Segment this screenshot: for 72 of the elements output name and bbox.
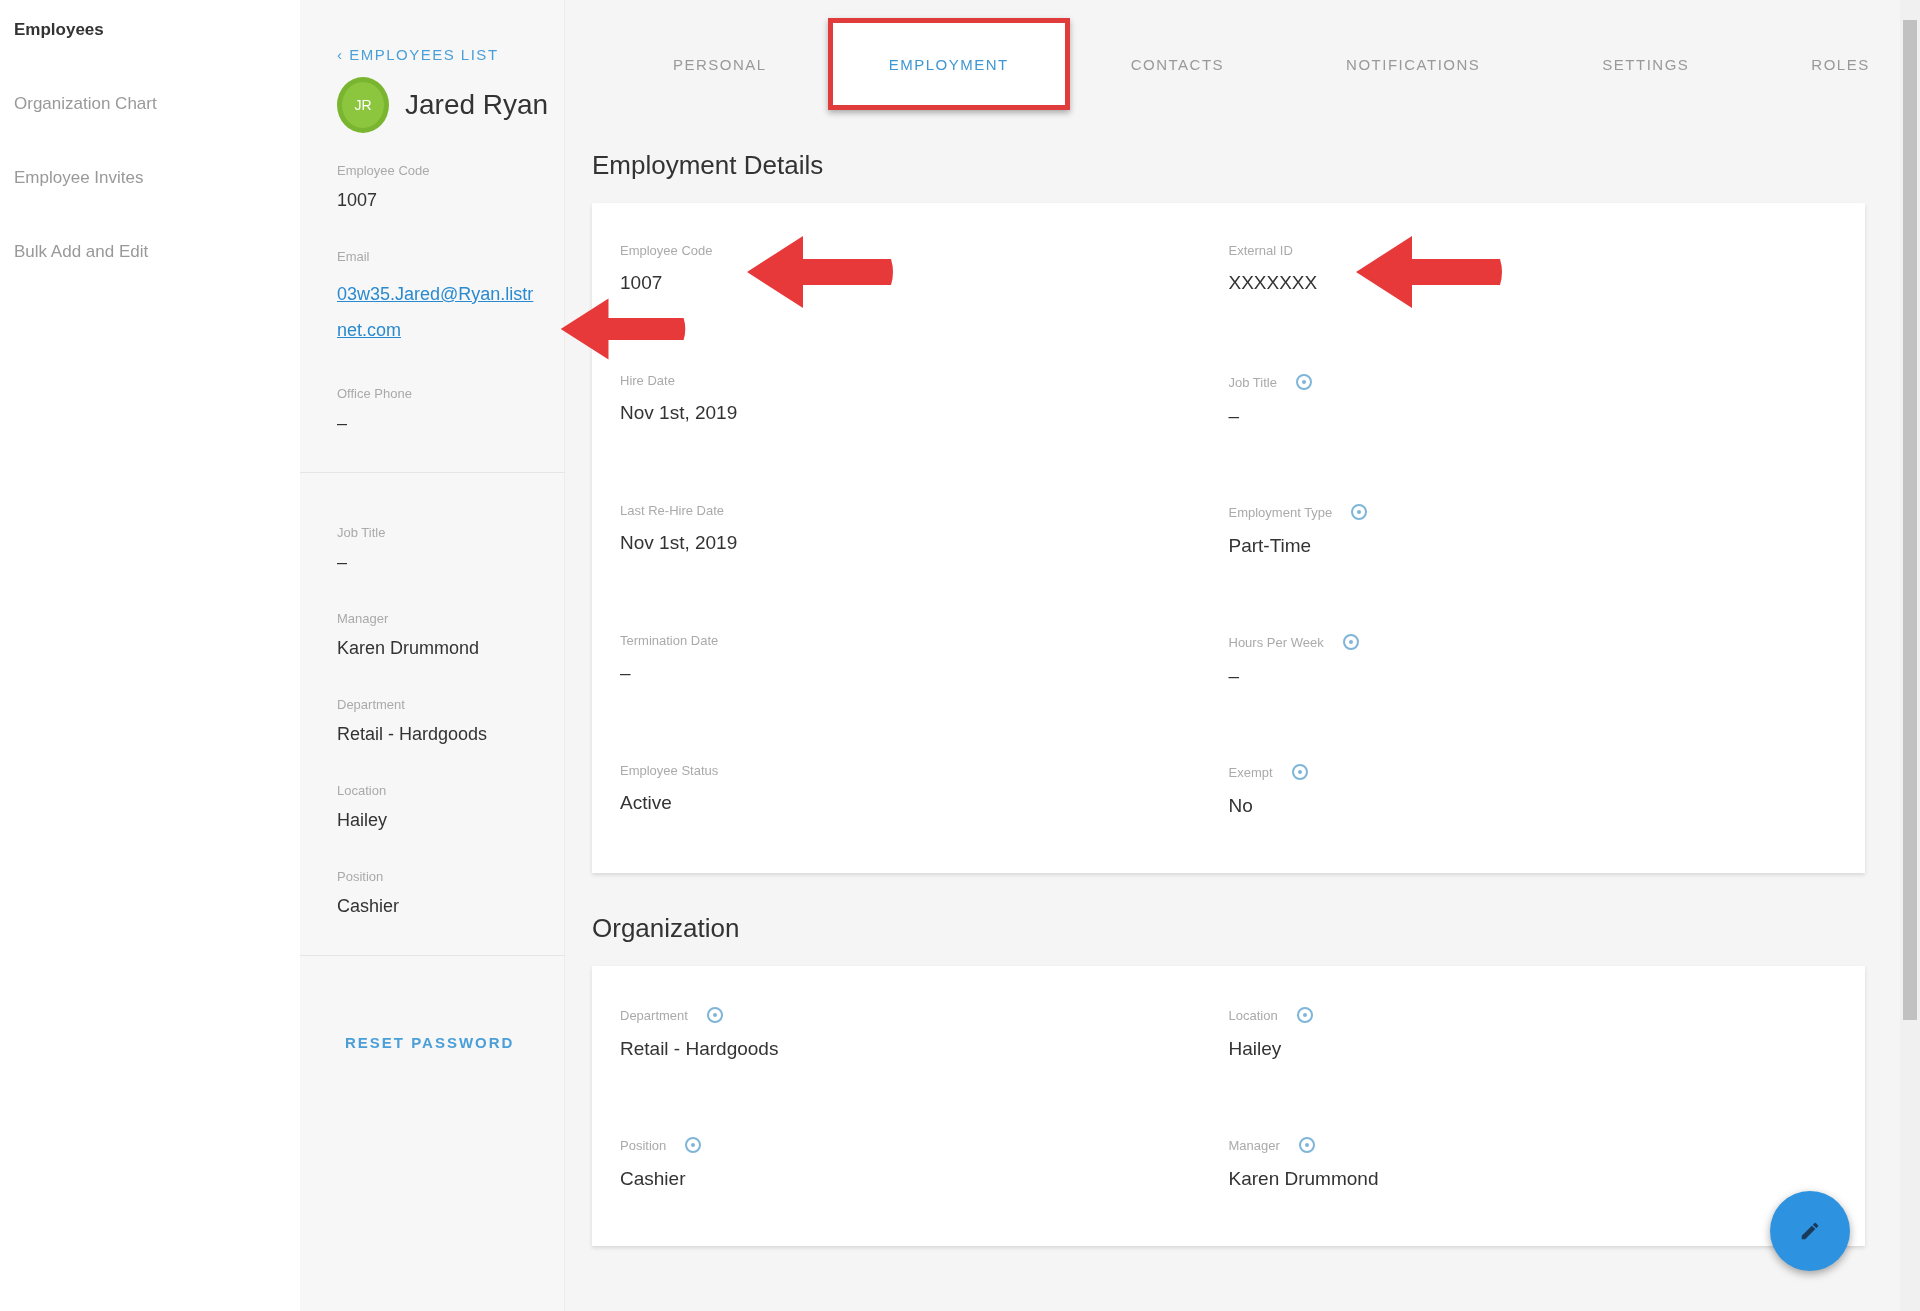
help-icon[interactable]	[1350, 503, 1369, 521]
field-value: Part-Time	[1228, 535, 1312, 557]
field-value: Cashier	[337, 896, 400, 917]
field-value: Retail - Hardgoods	[620, 1038, 779, 1060]
field-value: Hailey	[337, 810, 388, 831]
field-label: Employee Status	[620, 763, 719, 778]
help-icon[interactable]	[1294, 373, 1313, 391]
field-label: Position	[620, 1137, 667, 1153]
field-value: –	[337, 413, 347, 434]
field-label: Location	[1228, 1007, 1278, 1023]
sidebar-item[interactable]: Organization Chart	[14, 94, 286, 114]
field-label: Job Title	[337, 525, 386, 540]
tab[interactable]: NOTIFICATIONS	[1285, 18, 1542, 110]
tab[interactable]: SETTINGS	[1541, 18, 1751, 110]
field-label: Termination Date	[620, 633, 719, 648]
field-label: Employment Type	[1228, 504, 1333, 520]
field-label: Manager	[1228, 1137, 1280, 1153]
tab[interactable]: EMPLOYMENT	[827, 18, 1070, 110]
field-label: Last Re-Hire Date	[620, 503, 725, 518]
field-label: Location	[337, 783, 387, 798]
field-value: Karen Drummond	[1228, 1168, 1379, 1190]
field-label: Office Phone	[337, 386, 412, 401]
field-label: External ID	[1228, 243, 1293, 258]
field-label: Exempt	[1228, 764, 1273, 780]
scrollbar-thumb[interactable]	[1903, 20, 1917, 1020]
section-title: Employment Details	[592, 150, 825, 181]
field-label: Hours Per Week	[1228, 634, 1324, 650]
field-label: Employee Code	[620, 243, 713, 258]
help-icon[interactable]	[705, 1006, 724, 1024]
sidebar-item[interactable]: Bulk Add and Edit	[14, 242, 286, 262]
field-value: XXXXXXX	[1228, 272, 1318, 294]
arrow-icon	[559, 296, 687, 362]
avatar: JR	[337, 77, 389, 133]
field-value: 1007	[620, 272, 663, 294]
field-label: Job Title	[1228, 374, 1277, 390]
tab[interactable]: ROLES	[1750, 18, 1920, 110]
sidebar-item[interactable]: Employees	[14, 20, 286, 40]
email-link[interactable]: 03w35.Jared@Ryan.listrnet.com	[337, 276, 542, 348]
field-value: Active	[620, 792, 672, 814]
field-value: Retail - Hardgoods	[337, 724, 488, 745]
arrow-icon	[745, 233, 895, 311]
field-value: Karen Drummond	[337, 638, 480, 659]
field-label: Position	[337, 869, 384, 884]
field-label: Employee Code	[337, 163, 430, 178]
field-value: –	[1228, 405, 1240, 427]
field-label: Hire Date	[620, 373, 675, 388]
employee-name: Jared Ryan	[405, 89, 549, 121]
field-label: Department	[620, 1007, 688, 1023]
back-link[interactable]: ‹ EMPLOYEES LIST	[337, 46, 564, 63]
field-label: Department	[337, 697, 405, 712]
field-value: –	[1228, 665, 1240, 687]
field-value: 1007	[337, 190, 378, 211]
field-value: Nov 1st, 2019	[620, 532, 738, 554]
field-value: Cashier	[620, 1168, 686, 1190]
reset-password-button[interactable]: RESET PASSWORD	[345, 1028, 515, 1057]
help-icon[interactable]	[1341, 633, 1360, 651]
tab[interactable]: PERSONAL	[612, 18, 828, 110]
sidebar-item[interactable]: Employee Invites	[14, 168, 286, 188]
section-title: Organization	[592, 913, 741, 944]
field-value: –	[337, 552, 347, 573]
tab[interactable]: CONTACTS	[1069, 18, 1286, 110]
field-value: Hailey	[1228, 1038, 1282, 1060]
field-value: No	[1228, 795, 1253, 817]
pencil-icon	[1799, 1220, 1821, 1242]
help-icon[interactable]	[1290, 763, 1309, 781]
help-icon[interactable]	[684, 1136, 703, 1154]
field-label: Manager	[337, 611, 389, 626]
help-icon[interactable]	[1295, 1006, 1314, 1024]
field-label: Email	[337, 249, 370, 264]
help-icon[interactable]	[1297, 1136, 1316, 1154]
field-value: –	[620, 662, 631, 684]
field-value: Nov 1st, 2019	[620, 402, 738, 424]
